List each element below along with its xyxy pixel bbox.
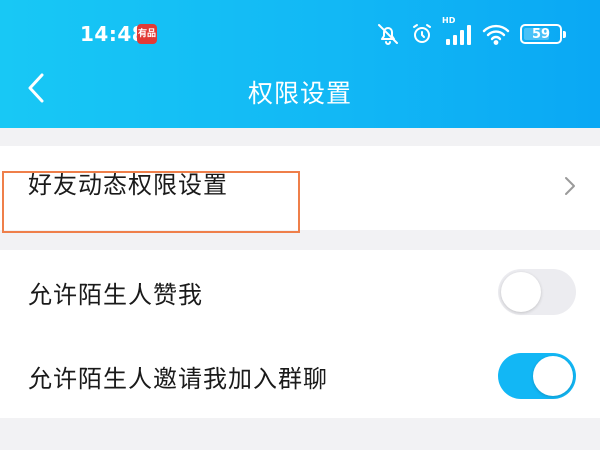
status-icons: HD 59 (376, 16, 566, 48)
battery-icon: 59 (520, 24, 566, 44)
chevron-right-icon (564, 176, 576, 200)
row-label: 允许陌生人赞我 (28, 280, 203, 309)
allow-stranger-like-toggle[interactable] (498, 269, 576, 315)
status-bar: 14:48 有品 HD 59 (0, 0, 600, 64)
wifi-icon (482, 22, 510, 46)
friend-feed-permission-row[interactable]: 好友动态权限设置 (0, 146, 600, 230)
section-friend-feed: 好友动态权限设置 (0, 146, 600, 230)
toggle-knob (501, 272, 541, 312)
page-title: 权限设置 (247, 79, 352, 108)
row-label: 好友动态权限设置 (28, 170, 228, 199)
mute-icon (376, 22, 400, 46)
section-stranger-permissions: 允许陌生人赞我 允许陌生人邀请我加入群聊 (0, 250, 600, 418)
row-label: 允许陌生人邀请我加入群聊 (28, 364, 328, 393)
nav-bar: 权限设置 (0, 64, 600, 120)
allow-stranger-group-invite-row: 允许陌生人邀请我加入群聊 (0, 334, 600, 418)
allow-stranger-group-invite-toggle[interactable] (498, 353, 576, 399)
toggle-knob (533, 356, 573, 396)
signal-icon: HD (442, 16, 472, 46)
network-label: HD (442, 16, 456, 25)
allow-stranger-like-row: 允许陌生人赞我 (0, 250, 600, 334)
alarm-icon (410, 22, 434, 46)
app-notification-badge: 有品 (137, 24, 157, 44)
battery-percent: 59 (531, 26, 551, 42)
app-header: 14:48 有品 HD 59 权限设置 (0, 0, 600, 128)
